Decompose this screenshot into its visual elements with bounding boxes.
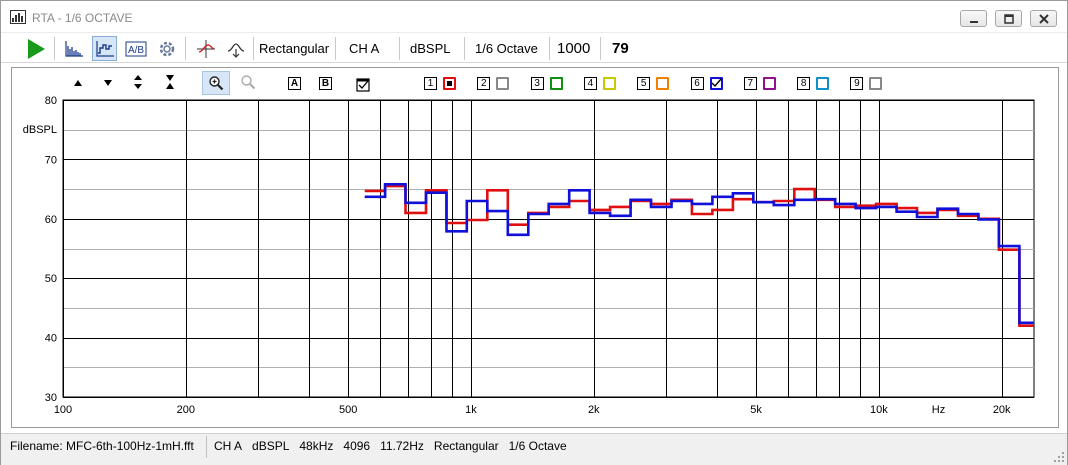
averages-field[interactable]: 1000 xyxy=(554,36,593,61)
play-icon xyxy=(27,38,45,59)
x-tick-label: 5k xyxy=(750,404,762,416)
status-fft-size: 4096 xyxy=(343,439,371,453)
window-type-button[interactable]: Rectangular xyxy=(256,36,332,61)
toolbar: A/B Rectangular CH A dBSPL 1/6 Octave 10… xyxy=(1,32,1067,63)
chart-frame: A B 123456789 80 70 60 50 40 30 dBSPL 100 200 500… xyxy=(11,67,1059,428)
units-button[interactable]: dBSPL xyxy=(407,36,453,61)
plot-area xyxy=(62,99,1035,398)
average-count: 79 xyxy=(612,40,629,57)
window-title: RTA - 1/6 OCTAVE xyxy=(32,11,133,25)
bar-graph-button[interactable] xyxy=(61,36,86,61)
settings-button[interactable] xyxy=(154,36,179,61)
crosshair-button[interactable] xyxy=(193,36,218,61)
y-tick-label: 80 xyxy=(45,95,57,107)
peak-hold-button[interactable] xyxy=(223,36,248,61)
line-graph-button[interactable] xyxy=(92,36,117,61)
gear-icon xyxy=(159,41,174,56)
y-tick-label: 50 xyxy=(45,273,57,285)
run-button[interactable] xyxy=(23,36,48,61)
status-sample-rate: 48kHz xyxy=(299,439,334,453)
y-tick-label: 30 xyxy=(45,392,57,404)
rta-window: RTA - 1/6 OCTAVE A/B Rectangular CH A dB… xyxy=(0,0,1068,465)
resolution-button[interactable]: 1/6 Octave xyxy=(472,36,541,61)
x-tick-label: 20k xyxy=(993,404,1011,416)
line-graph-icon xyxy=(95,40,114,57)
minimize-button[interactable] xyxy=(960,10,987,27)
x-axis-label: Hz xyxy=(932,404,945,416)
x-tick-label: 200 xyxy=(177,404,195,416)
status-bar: Filename: MFC-6th-100Hz-1mH.fft CH A dBS… xyxy=(1,433,1067,465)
minimize-icon xyxy=(970,21,978,23)
status-bin-width: 11.72Hz xyxy=(380,439,424,453)
y-tick-label: 70 xyxy=(45,154,57,166)
y-tick-label: 60 xyxy=(45,214,57,226)
crosshair-icon xyxy=(196,39,215,58)
title-bar: RTA - 1/6 OCTAVE xyxy=(1,1,1067,31)
ab-compare-icon: A/B xyxy=(125,41,146,56)
status-window: Rectangular xyxy=(433,439,499,453)
y-axis-label: dBSPL xyxy=(23,124,57,136)
y-tick-label: 40 xyxy=(45,333,57,345)
bar-graph-icon xyxy=(64,40,83,57)
x-tick-label: 1k xyxy=(465,404,477,416)
app-icon xyxy=(10,10,26,24)
status-resolution: 1/6 Octave xyxy=(508,439,567,453)
channel-button[interactable]: CH A xyxy=(346,36,382,61)
status-units: dBSPL xyxy=(252,439,290,453)
rta-chart[interactable]: 80 70 60 50 40 30 dBSPL 100 200 500 1k 2k 5k 10k 20k Hz xyxy=(12,68,1058,427)
svg-text:A/B: A/B xyxy=(127,45,143,56)
resize-grip-icon[interactable] xyxy=(1053,451,1065,463)
maximize-button[interactable] xyxy=(995,10,1022,27)
peak-hold-icon xyxy=(227,42,244,58)
maximize-icon xyxy=(1004,14,1014,24)
status-filename: Filename: MFC-6th-100Hz-1mH.fft xyxy=(10,439,194,453)
x-tick-label: 2k xyxy=(588,404,600,416)
ab-compare-button[interactable]: A/B xyxy=(123,36,148,61)
close-icon xyxy=(1039,14,1049,24)
status-channel: CH A xyxy=(214,439,243,453)
x-tick-label: 100 xyxy=(54,404,72,416)
x-tick-label: 10k xyxy=(870,404,888,416)
close-button[interactable] xyxy=(1030,10,1057,27)
x-tick-label: 500 xyxy=(339,404,357,416)
